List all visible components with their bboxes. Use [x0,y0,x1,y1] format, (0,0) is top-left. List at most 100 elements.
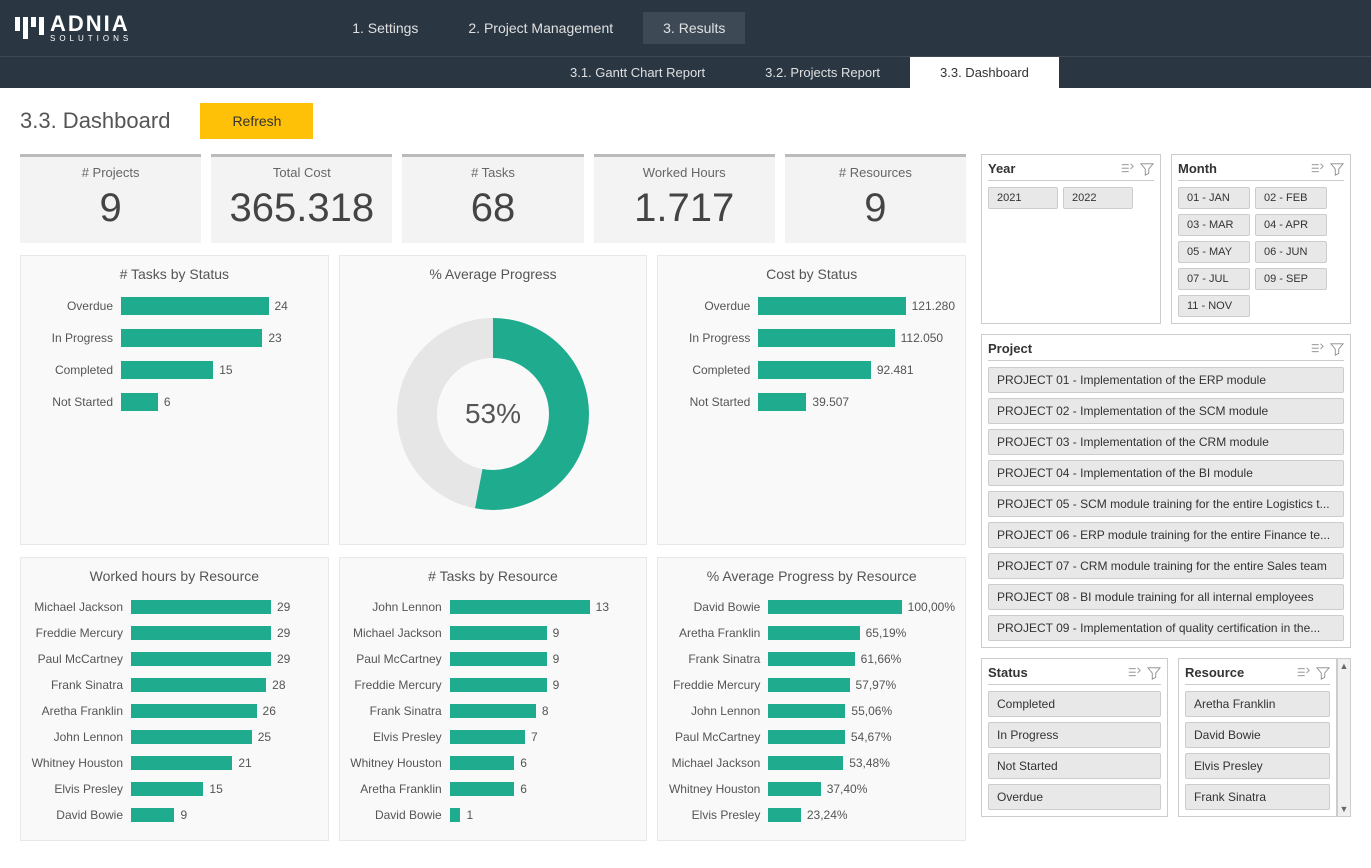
bar-value: 29 [277,652,290,666]
bar-label: Paul McCartney [31,652,131,666]
multi-select-icon[interactable] [1310,342,1324,356]
clear-filter-icon[interactable] [1316,666,1330,680]
bar-label: Overdue [668,299,758,313]
bar-fill [768,652,854,666]
slicer-option[interactable]: Frank Sinatra [1185,784,1330,810]
slicer-option[interactable]: In Progress [988,722,1161,748]
slicer-option[interactable]: 11 - NOV [1178,295,1250,317]
slicer-option[interactable]: 2022 [1063,187,1133,209]
bar-value: 6 [520,782,527,796]
bar-row: Frank Sinatra28 [31,674,318,696]
slicer-option[interactable]: PROJECT 07 - CRM module training for the… [988,553,1344,579]
bar-row: David Bowie1 [350,804,637,826]
slicer-option[interactable]: PROJECT 03 - Implementation of the CRM m… [988,429,1344,455]
scroll-down-icon[interactable]: ▼ [1340,804,1349,814]
bar-label: Michael Jackson [350,626,450,640]
slicer-option[interactable]: PROJECT 01 - Implementation of the ERP m… [988,367,1344,393]
bar-label: Freddie Mercury [668,678,768,692]
bar-fill [768,600,901,614]
slicer-option[interactable]: PROJECT 02 - Implementation of the SCM m… [988,398,1344,424]
bar-fill [768,678,849,692]
slicer-option[interactable]: 03 - MAR [1178,214,1250,236]
slicer-option[interactable]: Elvis Presley [1185,753,1330,779]
refresh-button[interactable]: Refresh [200,103,313,139]
bar-fill [121,393,158,411]
bar-value: 23,24% [807,808,848,822]
bar-value: 6 [164,395,171,409]
bar-value: 65,19% [866,626,907,640]
bar-row: Freddie Mercury29 [31,622,318,644]
slicer-option[interactable]: PROJECT 04 - Implementation of the BI mo… [988,460,1344,486]
bar-value: 100,00% [908,600,955,614]
bar-label: Elvis Presley [31,782,131,796]
bar-value: 24 [275,299,288,313]
bar-row: John Lennon25 [31,726,318,748]
bar-label: Paul McCartney [668,730,768,744]
bar-row: In Progress23 [31,326,318,350]
slicer-option[interactable]: 01 - JAN [1178,187,1250,209]
bar-label: Freddie Mercury [350,678,450,692]
slicer-option[interactable]: PROJECT 06 - ERP module training for the… [988,522,1344,548]
subnav-gantt[interactable]: 3.1. Gantt Chart Report [540,57,735,89]
bar-row: Overdue24 [31,294,318,318]
bar-value: 112.050 [901,331,944,345]
scroll-up-icon[interactable]: ▲ [1340,661,1349,671]
slicer-option[interactable]: Completed [988,691,1161,717]
bar-label: John Lennon [31,730,131,744]
bar-label: Michael Jackson [668,756,768,770]
slicer-resource: Resource Aretha FranklinDavid BowieElvis… [1178,658,1337,817]
brand-sub: SOLUTIONS [50,35,132,43]
slicer-option[interactable]: 09 - SEP [1255,268,1327,290]
nav-results[interactable]: 3. Results [643,12,745,44]
subnav-projects-report[interactable]: 3.2. Projects Report [735,57,910,89]
multi-select-icon[interactable] [1296,666,1310,680]
slicer-option[interactable]: 04 - APR [1255,214,1327,236]
clear-filter-icon[interactable] [1140,162,1154,176]
bar-row: John Lennon13 [350,596,637,618]
slicer-option[interactable]: PROJECT 08 - BI module training for all … [988,584,1344,610]
slicer-option[interactable]: Aretha Franklin [1185,691,1330,717]
slicer-option[interactable]: 05 - MAY [1178,241,1250,263]
slicer-option[interactable]: Not Started [988,753,1161,779]
bar-fill [758,329,894,347]
scrollbar[interactable]: ▲ ▼ [1337,658,1351,817]
bar-fill [131,730,252,744]
kpi-value: 68 [402,186,583,231]
bar-row: Michael Jackson29 [31,596,318,618]
brand-name: ADNIA [50,13,132,35]
clear-filter-icon[interactable] [1330,342,1344,356]
multi-select-icon[interactable] [1127,666,1141,680]
nav-project-management[interactable]: 2. Project Management [448,12,633,44]
slicer-option[interactable]: PROJECT 09 - Implementation of quality c… [988,615,1344,641]
header: ADNIA SOLUTIONS 1. Settings 2. Project M… [0,0,1371,56]
multi-select-icon[interactable] [1310,162,1324,176]
bar-row: Elvis Presley15 [31,778,318,800]
slicer-option[interactable]: Overdue [988,784,1161,810]
bar-fill [450,730,525,744]
kpi-label: # Resources [785,165,966,180]
bar-row: Whitney Houston6 [350,752,637,774]
kpi-tasks: # Tasks 68 [402,154,583,243]
bar-fill [450,678,547,692]
kpi-label: Worked Hours [594,165,775,180]
slicer-option[interactable]: 07 - JUL [1178,268,1250,290]
slicer-month: Month 01 - JAN02 - FEB03 - MAR04 - APR05… [1171,154,1351,324]
slicer-option[interactable]: David Bowie [1185,722,1330,748]
bar-value: 7 [531,730,538,744]
slicer-option[interactable]: 02 - FEB [1255,187,1327,209]
bar-fill [758,297,905,315]
slicer-option[interactable]: PROJECT 05 - SCM module training for the… [988,491,1344,517]
slicer-option[interactable]: 2021 [988,187,1058,209]
nav-settings[interactable]: 1. Settings [332,12,438,44]
clear-filter-icon[interactable] [1147,666,1161,680]
bar-label: Not Started [668,395,758,409]
clear-filter-icon[interactable] [1330,162,1344,176]
bar-label: Whitney Houston [350,756,450,770]
bar-row: Completed92.481 [668,358,955,382]
subnav-dashboard[interactable]: 3.3. Dashboard [910,57,1059,89]
multi-select-icon[interactable] [1120,162,1134,176]
slicer-option[interactable]: 06 - JUN [1255,241,1327,263]
kpi-worked-hours: Worked Hours 1.717 [594,154,775,243]
chart-title: % Average Progress by Resource [668,568,955,584]
bar-fill [131,782,203,796]
